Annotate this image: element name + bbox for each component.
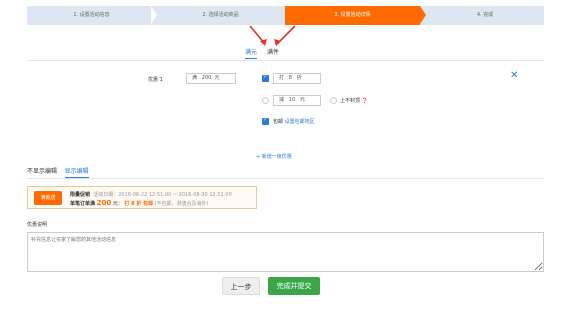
threshold-prefix: 满: [192, 75, 198, 81]
step-4: 4. 完成: [476, 12, 494, 18]
free-ship-link[interactable]: 设置包邮地区: [285, 119, 315, 125]
tab-hide-edit[interactable]: 不显示编辑: [27, 168, 57, 175]
reduce-input[interactable]: 减 10 元: [273, 95, 321, 106]
rule-ship: 包邮: [143, 201, 154, 207]
rule-note: (不包邮，港澳台及海外): [154, 201, 209, 207]
display-tabs: 不显示编辑 显示编辑: [27, 166, 89, 178]
tab-man-jian[interactable]: 满件: [267, 49, 279, 56]
discount-input[interactable]: 打 8 折: [273, 73, 321, 84]
free-ship-row: 包邮 设置包邮地区: [273, 118, 315, 125]
threshold-input[interactable]: 满 200 元: [186, 73, 236, 84]
divider: [27, 60, 544, 61]
reduce-value: 10: [288, 97, 296, 103]
step-1: 1. 设置活动信息: [73, 12, 110, 18]
rule-amount: 200: [96, 199, 112, 207]
add-tier-link[interactable]: + 新增一级优惠: [256, 153, 292, 160]
divider: [27, 178, 544, 179]
promo-type-tabs: 满元 满件: [245, 47, 287, 59]
submit-button[interactable]: 完成并提交: [268, 277, 320, 295]
tab-man-yuan[interactable]: 满元: [245, 49, 258, 59]
promo-preview: 满就送 限量促销 活动日期：2016-08-22 12:51:00 ~ 2016…: [27, 186, 257, 209]
threshold-value: 200: [201, 75, 212, 81]
discount-unit: 折: [296, 75, 302, 81]
annotation-arrows: [249, 25, 296, 46]
discount-value: 8: [288, 75, 292, 81]
prev-button[interactable]: 上一步: [222, 277, 260, 295]
threshold-unit: 元: [214, 75, 220, 81]
free-ship-checkbox[interactable]: [262, 117, 269, 125]
desc-textarea[interactable]: [27, 232, 544, 272]
promo-dates: 活动日期：2016-08-22 12:51:00 ~ 2016-08-30 12…: [93, 192, 232, 198]
reduce-radio[interactable]: [262, 97, 269, 104]
close-icon[interactable]: ✕: [510, 70, 518, 81]
promo-title: 限量促销: [70, 192, 91, 198]
promo-badge: 满就送: [34, 191, 62, 205]
reduce-prefix: 减: [279, 97, 285, 103]
tier-label: 优惠 1: [148, 77, 163, 83]
rule-prefix: 单笔订单满: [70, 201, 96, 207]
help-icon: ❓: [361, 98, 368, 104]
discount-checkbox[interactable]: [262, 74, 269, 82]
promo-rule-line: 单笔订单满 200 元： 打 8 折 包邮 (不包邮，港澳台及海外): [70, 199, 209, 207]
reduce-unit: 元: [299, 97, 305, 103]
step-3-active: 3. 设置活动详情: [285, 6, 420, 25]
tab-show-edit[interactable]: 显示编辑: [64, 168, 89, 178]
no-cap-label: 上不封顶 ❓: [340, 98, 368, 104]
free-ship-label: 包邮: [273, 119, 284, 125]
steps-bar: 1. 设置活动信息 2. 选择活动商品 3. 设置活动详情 4. 完成: [27, 6, 544, 25]
discount-prefix: 打: [279, 75, 285, 81]
promo-title-line: 限量促销 活动日期：2016-08-22 12:51:00 ~ 2016-08-…: [70, 191, 232, 198]
rule-discount: 打 8 折: [124, 201, 142, 207]
no-cap-radio[interactable]: [330, 97, 337, 104]
step-2: 2. 选择活动商品: [202, 12, 239, 18]
rule-unit: 元：: [112, 201, 123, 207]
desc-label: 优惠说明: [27, 222, 48, 228]
